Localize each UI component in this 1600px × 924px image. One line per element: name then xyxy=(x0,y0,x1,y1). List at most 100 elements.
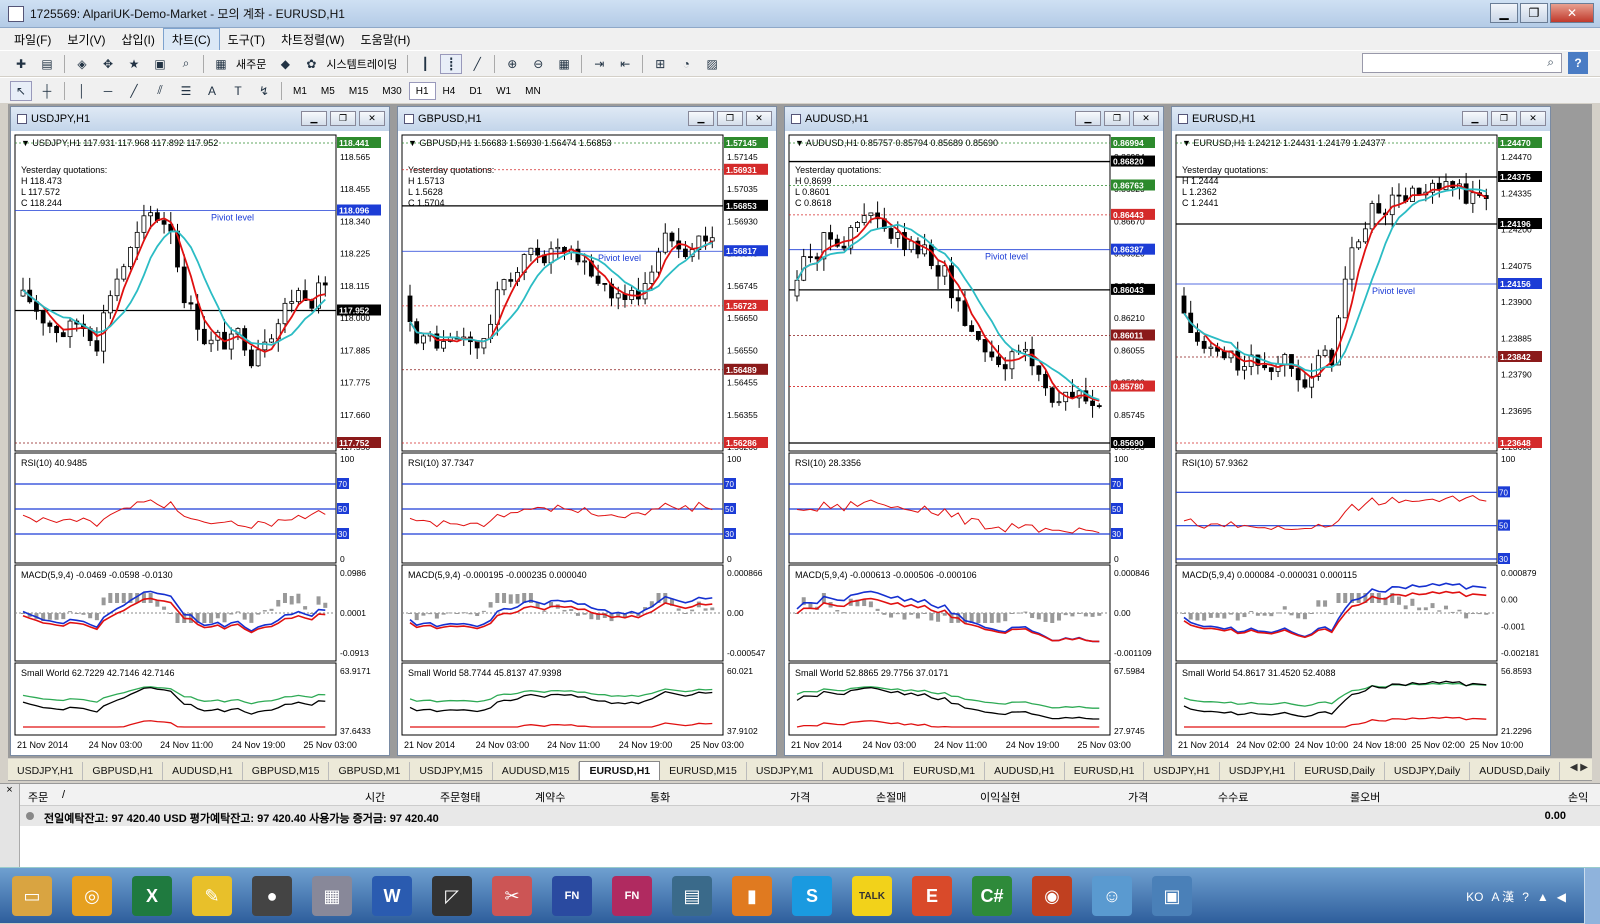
messenger-icon[interactable]: ☺ xyxy=(1092,876,1132,916)
new-chart-icon[interactable]: ✚ xyxy=(10,54,32,74)
terminal-column-header[interactable]: 주문형태 xyxy=(440,789,480,805)
chart-tab[interactable]: AUDUSD,H1 xyxy=(985,762,1065,780)
terminal-column-header[interactable]: 계약수 xyxy=(535,789,565,805)
fn-app-icon[interactable]: FN xyxy=(552,876,592,916)
help-tray-icon[interactable]: ? xyxy=(1522,890,1529,904)
terminal-column-header[interactable]: 수수료 xyxy=(1218,789,1248,805)
chart-tab[interactable]: EURUSD,M1 xyxy=(904,762,986,780)
terminal-column-header[interactable]: 이익실현 xyxy=(980,789,1020,805)
timeframe-m30[interactable]: M30 xyxy=(375,82,408,100)
show-desktop-button[interactable] xyxy=(1584,868,1600,924)
timeframe-m5[interactable]: M5 xyxy=(314,82,342,100)
notes-icon[interactable]: ✎ xyxy=(192,876,232,916)
periods-icon[interactable]: ◔ xyxy=(675,54,697,74)
chart-window-audusdh1[interactable]: AUDUSD,H1 ▁ ❐ ✕ ▼ AUDUSD,H1 0.85757 0.85794 … xyxy=(784,106,1164,756)
chart-tab[interactable]: AUDUSD,M15 xyxy=(493,762,580,780)
terminal-column-header[interactable]: 손익 xyxy=(1568,789,1588,805)
menu-item-4[interactable]: 도구(T) xyxy=(220,29,273,50)
tab-scroll-arrows[interactable]: ◀ ▶ xyxy=(1570,762,1588,773)
chart-tab[interactable]: EURUSD,M15 xyxy=(660,762,747,780)
chart-close-button[interactable]: ✕ xyxy=(1520,111,1546,126)
chart-tab[interactable]: USDJPY,Daily xyxy=(1385,762,1471,780)
chart-minimize-button[interactable]: ▁ xyxy=(688,111,714,126)
chart-tab[interactable]: AUDUSD,M1 xyxy=(823,762,905,780)
explorer-icon[interactable]: ▭ xyxy=(12,876,52,916)
terminal-column-header[interactable]: 주문 xyxy=(28,789,48,805)
metatrader-icon[interactable]: ◸ xyxy=(432,876,472,916)
profiles-icon[interactable]: ▤ xyxy=(36,54,58,74)
maximize-button[interactable]: ❐ xyxy=(1520,3,1548,23)
chart-canvas[interactable]: ▼ AUDUSD,H1 0.85757 0.85794 0.85689 0.85… xyxy=(785,131,1163,757)
terminal-column-header[interactable]: 롤오버 xyxy=(1350,789,1380,805)
chart-tab[interactable]: EURUSD,Daily xyxy=(1295,762,1385,780)
cursor-icon[interactable]: ↖ xyxy=(10,80,32,101)
minimize-button[interactable]: ▁ xyxy=(1490,3,1518,23)
search-input[interactable] xyxy=(1362,53,1562,73)
timeframe-h4[interactable]: H4 xyxy=(436,82,463,100)
terminal-column-header[interactable]: 가격 xyxy=(790,789,810,805)
chart-window-gbpusdh1[interactable]: GBPUSD,H1 ▁ ❐ ✕ ▼ GBPUSD,H1 1.56683 1.56930 … xyxy=(397,106,777,756)
expert-button[interactable]: 시스템트레이딩 xyxy=(326,56,397,72)
timeframe-m1[interactable]: M1 xyxy=(286,82,314,100)
tile-windows-icon[interactable]: ▦ xyxy=(553,54,575,74)
window-app-icon[interactable]: ▤ xyxy=(672,876,712,916)
csharp-icon[interactable]: C# xyxy=(972,876,1012,916)
chart-tab[interactable]: USDJPY,H1 xyxy=(1144,762,1220,780)
volume-icon[interactable]: ◀ xyxy=(1557,890,1566,904)
chart-tab[interactable]: EURUSD,H1 xyxy=(579,761,661,780)
excel-icon[interactable]: X xyxy=(132,876,172,916)
chart-close-button[interactable]: ✕ xyxy=(746,111,772,126)
remote-icon[interactable]: ▣ xyxy=(1152,876,1192,916)
chart-window-eurusdh1[interactable]: EURUSD,H1 ▁ ❐ ✕ ▼ EURUSD,H1 1.24212 1.24431 … xyxy=(1171,106,1551,756)
menu-item-3[interactable]: 차트(C) xyxy=(162,27,220,51)
ime-icon[interactable]: A 漢 xyxy=(1492,888,1515,905)
line-chart-icon[interactable]: ╱ xyxy=(466,54,488,74)
terminal-column-header[interactable]: 가격 xyxy=(1128,789,1148,805)
zoom-in-icon[interactable]: ⊕ xyxy=(501,54,523,74)
timeframe-h1[interactable]: H1 xyxy=(408,81,436,100)
navigator-icon[interactable]: ✥ xyxy=(97,54,119,74)
terminal-column-header[interactable]: / xyxy=(62,789,65,801)
chart-close-button[interactable]: ✕ xyxy=(1133,111,1159,126)
chart-canvas[interactable]: ▼ USDJPY,H1 117.931 117.968 117.892 117.… xyxy=(11,131,389,757)
chart-maximize-button[interactable]: ❐ xyxy=(330,111,356,126)
strategy-tester-icon[interactable]: ⌕ xyxy=(175,54,197,74)
fn-mini-icon[interactable]: FN xyxy=(612,876,652,916)
templates-icon[interactable]: ▨ xyxy=(701,54,723,74)
crosshair-icon[interactable]: ┼ xyxy=(36,81,58,101)
channel-icon[interactable]: ⫽ xyxy=(149,81,171,101)
chart-tab[interactable]: USDJPY,H1 xyxy=(1220,762,1296,780)
menu-item-0[interactable]: 파일(F) xyxy=(6,29,59,50)
snipping-icon[interactable]: ✂ xyxy=(492,876,532,916)
traffic-light-icon[interactable]: ● xyxy=(252,876,292,916)
lang-indicator[interactable]: KO xyxy=(1466,890,1483,904)
terminal-close-button[interactable]: × xyxy=(0,784,20,868)
browser-icon[interactable]: ◉ xyxy=(1032,876,1072,916)
new-order-icon[interactable]: ▦ xyxy=(210,54,232,74)
chart-maximize-button[interactable]: ❐ xyxy=(717,111,743,126)
kakaotalk-icon[interactable]: TALK xyxy=(852,876,892,916)
bar-chart-icon[interactable]: ┃ xyxy=(414,54,436,74)
chart-app-icon[interactable]: ▮ xyxy=(732,876,772,916)
timeframe-w1[interactable]: W1 xyxy=(489,82,518,100)
chart-tab[interactable]: AUDUSD,H1 xyxy=(163,762,243,780)
search-icon[interactable]: ⌕ xyxy=(1547,55,1554,70)
chart-minimize-button[interactable]: ▁ xyxy=(1462,111,1488,126)
chart-tab[interactable]: EURUSD,H1 xyxy=(1065,762,1145,780)
timeframe-m15[interactable]: M15 xyxy=(342,82,375,100)
chart-shift-icon[interactable]: ⇤ xyxy=(614,54,636,74)
calculator-icon[interactable]: ▦ xyxy=(312,876,352,916)
trendline-icon[interactable]: ╱ xyxy=(123,81,145,101)
text-label-icon[interactable]: T xyxy=(227,81,249,101)
horizontal-line-icon[interactable]: ─ xyxy=(97,81,119,101)
market-watch-icon[interactable]: ◈ xyxy=(71,54,93,74)
chart-tab[interactable]: GBPUSD,M15 xyxy=(243,762,330,780)
chart-tab[interactable]: AUDUSD,Daily xyxy=(1470,762,1560,780)
chart-tab[interactable]: GBPUSD,M1 xyxy=(329,762,411,780)
chart-minimize-button[interactable]: ▁ xyxy=(1075,111,1101,126)
terminal-icon[interactable]: ▣ xyxy=(149,54,171,74)
menu-item-1[interactable]: 보기(V) xyxy=(59,29,113,50)
chart-close-button[interactable]: ✕ xyxy=(359,111,385,126)
network-icon[interactable]: ▲ xyxy=(1537,890,1549,904)
terminal-column-header[interactable]: 손절매 xyxy=(876,789,906,805)
